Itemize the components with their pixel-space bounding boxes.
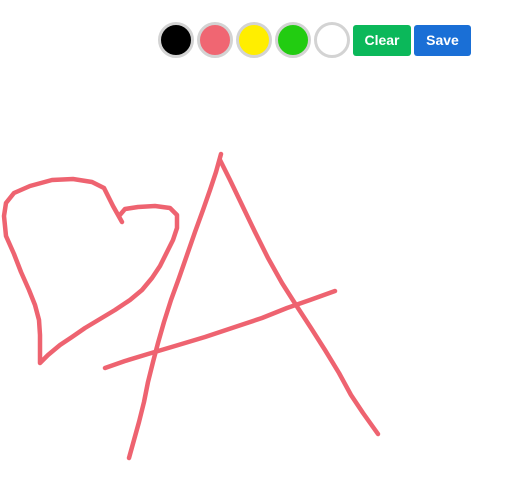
toolbar: Clear Save	[158, 22, 471, 58]
color-swatch-yellow[interactable]	[236, 22, 272, 58]
color-swatch-black[interactable]	[158, 22, 194, 58]
letter-a-left-stroke	[126, 151, 224, 461]
letter-a-crossbar-stroke	[102, 288, 338, 371]
color-swatch-white[interactable]	[314, 22, 350, 58]
clear-button[interactable]: Clear	[353, 24, 411, 56]
color-swatch-red[interactable]	[197, 22, 233, 58]
drawing-app: Clear Save	[0, 0, 505, 498]
drawing-canvas[interactable]	[0, 0, 505, 498]
letter-a-right-stroke	[217, 157, 381, 437]
color-swatch-green[interactable]	[275, 22, 311, 58]
heart-stroke	[1, 176, 180, 366]
save-button[interactable]: Save	[414, 24, 471, 56]
